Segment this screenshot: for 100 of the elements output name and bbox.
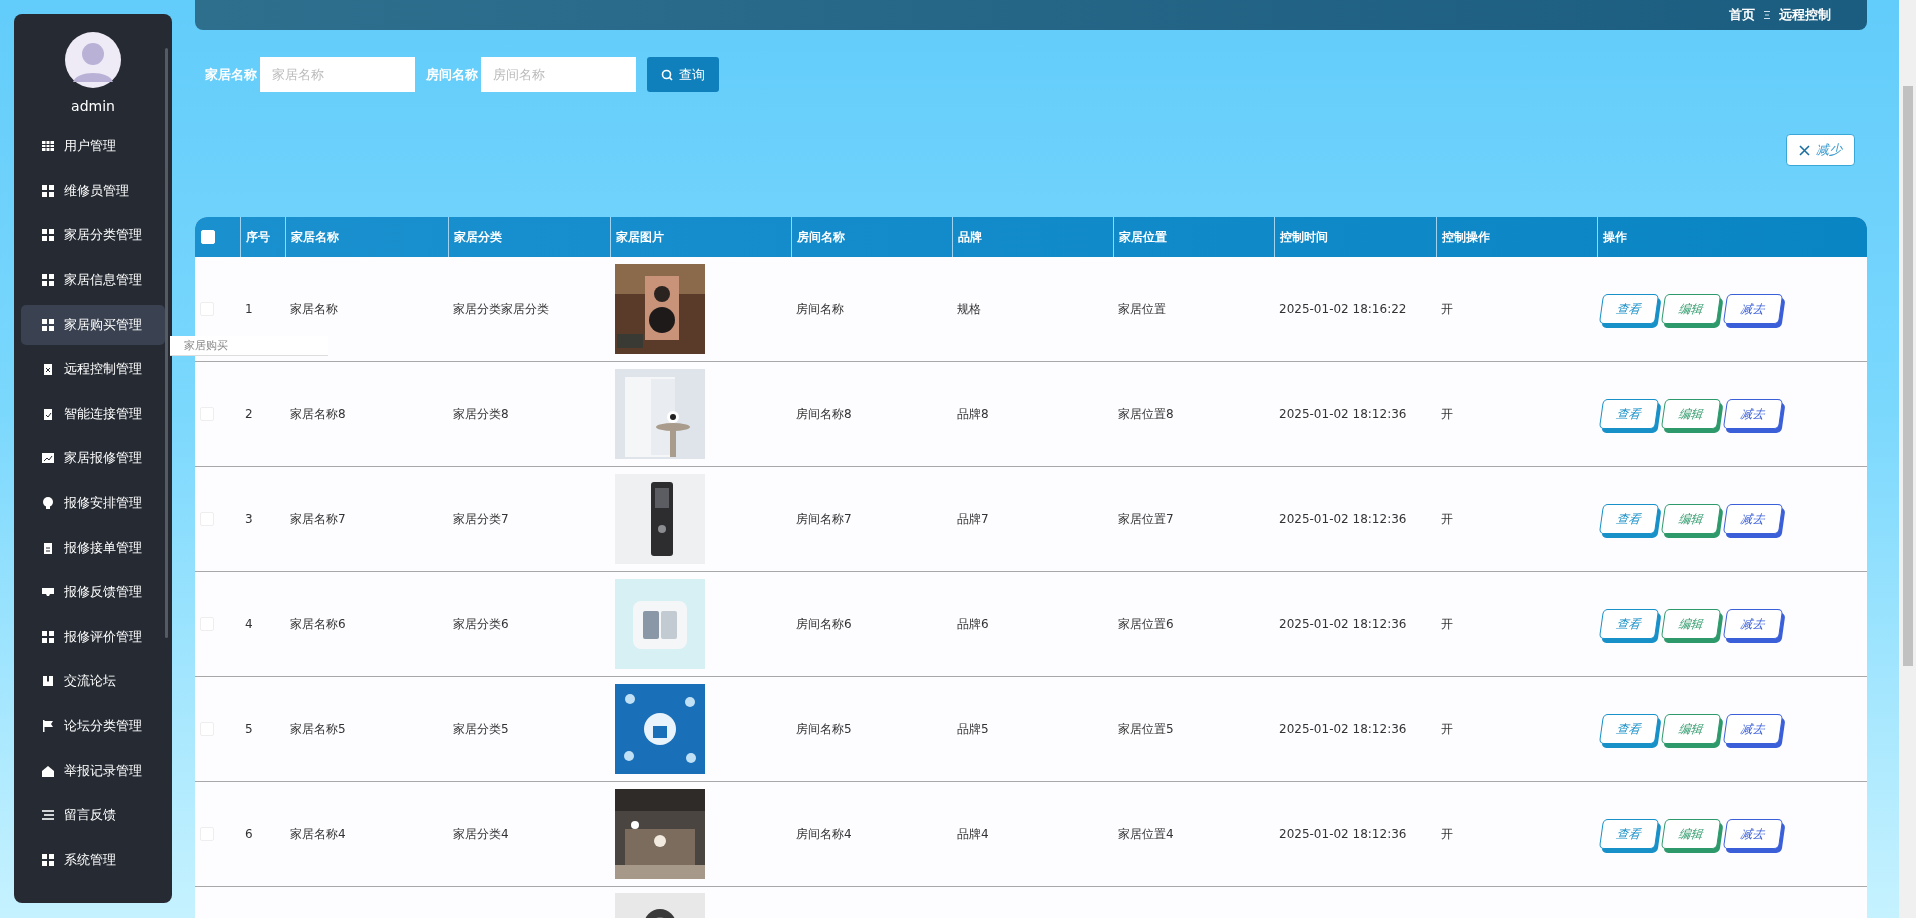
house-icon <box>41 763 55 778</box>
username: admin <box>71 98 115 114</box>
sidebar-item[interactable]: 家居分类管理 <box>21 215 165 256</box>
table-cell: 规格 <box>957 300 981 318</box>
table-cell: 2025-01-02 18:12:36 <box>1279 722 1407 736</box>
table-cell: 家居位置7 <box>1118 510 1174 528</box>
sidebar-item[interactable]: 报修接单管理 <box>21 527 165 568</box>
grid-icon <box>41 629 55 644</box>
table-cell: 开 <box>1441 405 1453 423</box>
table-cell: 房间名称4 <box>796 825 852 843</box>
table-cell: 开 <box>1441 300 1453 318</box>
field-label: 家居名称 <box>205 65 257 84</box>
clipboard-check-icon <box>41 406 55 421</box>
column-header: 家居名称 <box>285 217 448 257</box>
sidebar-item[interactable]: 报修反馈管理 <box>21 572 165 613</box>
sidebar-item[interactable]: 论坛分类管理 <box>21 706 165 746</box>
select-all-checkbox[interactable] <box>201 230 215 244</box>
clipboard-icon <box>41 540 55 555</box>
sidebar-item[interactable]: 家居报修管理 <box>21 438 165 479</box>
sidebar-item[interactable]: 家居信息管理 <box>21 260 165 301</box>
sidebar-item[interactable]: 维修员管理 <box>21 170 165 211</box>
clipboard-icon <box>41 362 55 377</box>
sidebar-item[interactable]: 远程控制管理 <box>21 349 165 390</box>
avatar <box>65 32 121 88</box>
breadcrumb-link[interactable]: 首页 <box>1729 6 1755 24</box>
table-cell: 品牌8 <box>957 405 989 423</box>
column-header: 控制操作 <box>1436 217 1597 257</box>
table-cell: 家居名称8 <box>290 405 346 423</box>
breadcrumb-current: 远程控制 <box>1779 6 1831 24</box>
search-field[interactable]: 房间名称 <box>481 57 636 92</box>
sidebar-item[interactable]: 报修安排管理 <box>21 483 165 524</box>
reduce-button[interactable]: 减少 <box>1786 134 1855 166</box>
table-cell: 家居名称 <box>290 300 338 318</box>
table-cell: 家居位置4 <box>1118 825 1174 843</box>
column-header: 操作 <box>1597 217 1867 257</box>
chart-icon <box>41 451 55 466</box>
table-cell: 品牌6 <box>957 615 989 633</box>
grid-icon <box>41 852 55 867</box>
table-cell: 2 <box>245 407 253 421</box>
grid-icon <box>41 183 55 198</box>
table-cell: 家居位置6 <box>1118 615 1174 633</box>
table-cell: 家居分类家居分类 <box>453 300 549 318</box>
table-cell: 2025-01-02 18:12:36 <box>1279 827 1407 841</box>
sidebar-item[interactable]: 智能连接管理 <box>21 393 165 434</box>
grid-icon <box>41 317 55 332</box>
grid-icon <box>41 228 55 243</box>
table-cell: 4 <box>245 617 253 631</box>
sidebar-item[interactable]: 用户管理 <box>21 126 165 167</box>
table-cell: 家居位置8 <box>1118 405 1174 423</box>
table-cell: 5 <box>245 722 253 736</box>
column-header: 家居图片 <box>610 217 791 257</box>
table-cell: 家居名称5 <box>290 720 346 738</box>
table-cell: 2025-01-02 18:12:36 <box>1279 512 1407 526</box>
table-cell: 家居分类6 <box>453 615 509 633</box>
separator-icon <box>1763 10 1771 20</box>
close-icon <box>1799 144 1810 156</box>
search-field[interactable]: 家居名称 <box>260 57 415 92</box>
table-cell: 家居位置 <box>1118 300 1166 318</box>
table-cell: 2025-01-02 18:12:36 <box>1279 407 1407 421</box>
sidebar-item[interactable]: 举报记录管理 <box>21 750 165 791</box>
list-icon <box>41 808 55 823</box>
table-cell: 开 <box>1441 720 1453 738</box>
column-header: 家居位置 <box>1113 217 1274 257</box>
sidebar-item[interactable]: 家居购买管理 <box>21 304 165 345</box>
grid-icon <box>41 273 55 288</box>
table-cell: 品牌7 <box>957 510 989 528</box>
table-icon <box>41 139 55 154</box>
table-cell: 家居名称7 <box>290 510 346 528</box>
sidebar-item[interactable]: 留言反馈 <box>21 795 165 836</box>
table-cell: 房间名称7 <box>796 510 852 528</box>
search-button[interactable]: 查询 <box>647 57 719 92</box>
table-cell: 开 <box>1441 615 1453 633</box>
table-cell: 家居位置5 <box>1118 720 1174 738</box>
column-header: 品牌 <box>952 217 1113 257</box>
table-cell: 家居名称6 <box>290 615 346 633</box>
table-cell: 开 <box>1441 510 1453 528</box>
table-cell: 房间名称8 <box>796 405 852 423</box>
column-header: 房间名称 <box>791 217 952 257</box>
table-cell: 房间名称 <box>796 300 844 318</box>
sidebar-item[interactable]: 交流论坛 <box>21 661 165 702</box>
book-icon <box>41 674 55 689</box>
table-cell: 房间名称6 <box>796 615 852 633</box>
field-label: 房间名称 <box>426 65 478 84</box>
table-cell: 1 <box>245 302 253 316</box>
table-cell: 品牌5 <box>957 720 989 738</box>
table-cell: 家居名称4 <box>290 825 346 843</box>
table-cell: 开 <box>1441 825 1453 843</box>
column-header: 家居分类 <box>448 217 610 257</box>
table-cell: 品牌4 <box>957 825 989 843</box>
sidebar-item[interactable]: 报修评价管理 <box>21 616 165 657</box>
column-header: 序号 <box>240 217 285 257</box>
search-icon <box>661 68 673 81</box>
table-cell: 房间名称5 <box>796 720 852 738</box>
table-cell: 家居分类7 <box>453 510 509 528</box>
bulb-icon <box>41 496 55 511</box>
column-header: 控制时间 <box>1274 217 1436 257</box>
table-cell: 家居分类5 <box>453 720 509 738</box>
tooltip: 家居购买 <box>170 336 328 356</box>
sidebar-item[interactable]: 系统管理 <box>21 839 165 880</box>
flag-icon <box>41 719 55 733</box>
